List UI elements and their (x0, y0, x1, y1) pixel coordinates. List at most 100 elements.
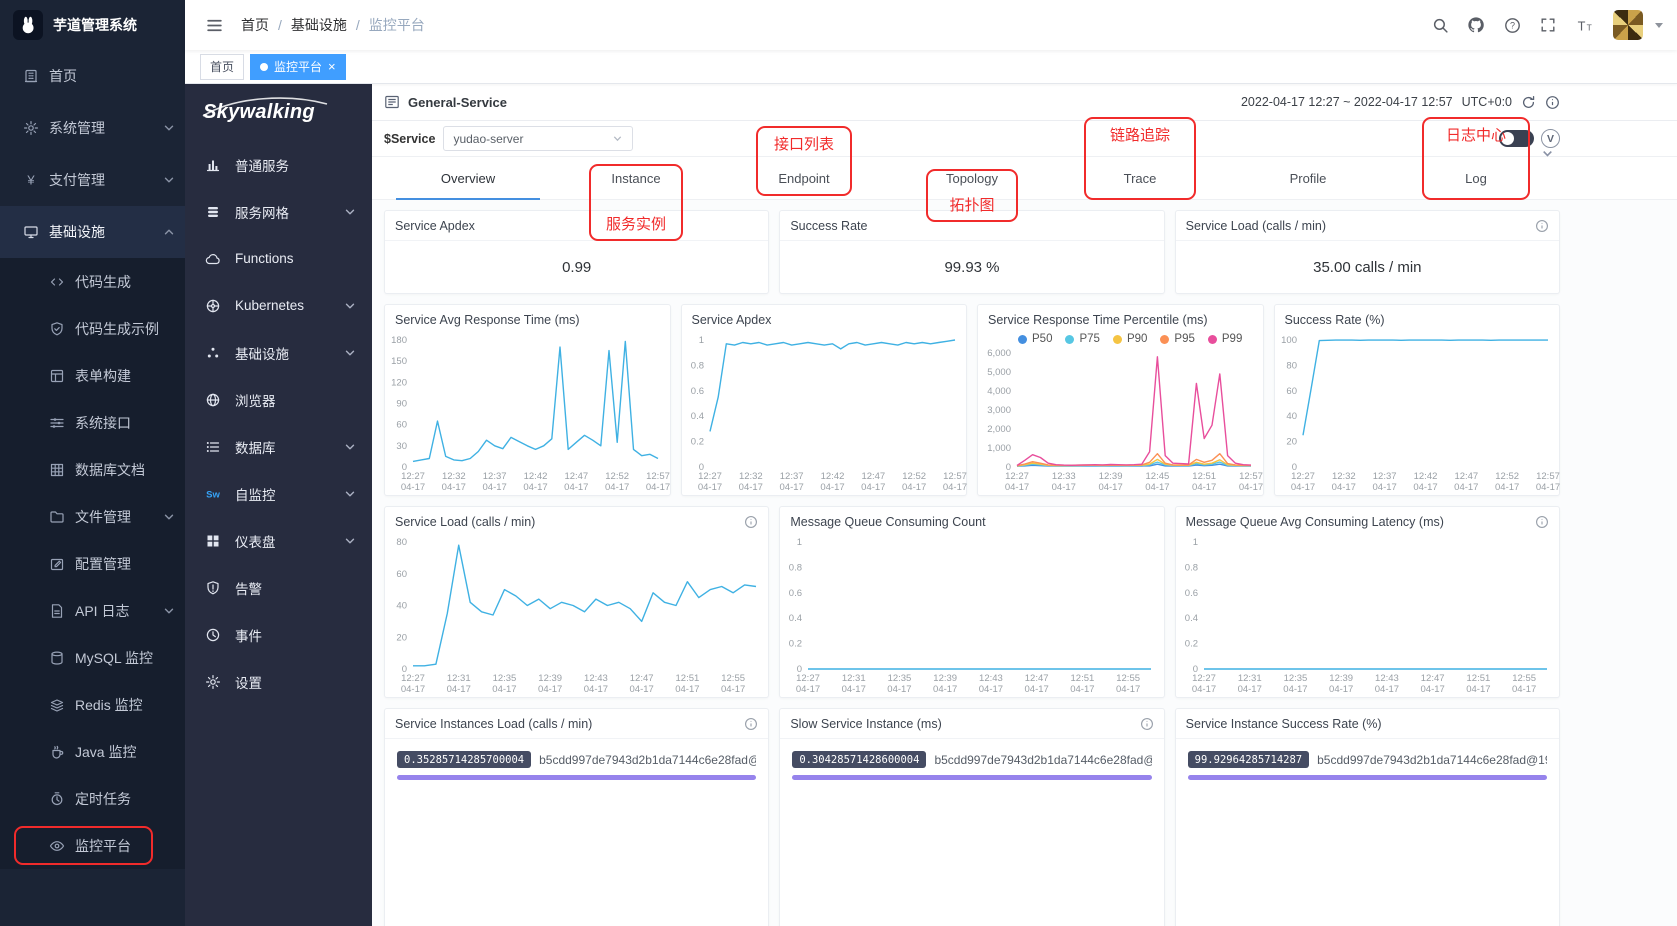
skywalking-menu-item-浏览器[interactable]: 浏览器 (185, 376, 372, 423)
skywalking-menu-item-Kubernetes[interactable]: Kubernetes (185, 282, 372, 329)
legend-item[interactable]: P99 (1207, 333, 1242, 345)
fullscreen-icon[interactable] (1533, 10, 1563, 40)
info-icon[interactable] (744, 515, 758, 529)
avatar[interactable] (1613, 10, 1643, 40)
sidebar-item-首页[interactable]: 首页 (0, 50, 185, 102)
legend-dot-icon (1112, 334, 1122, 344)
info-icon[interactable] (1535, 515, 1549, 529)
svg-text:04-17: 04-17 (1052, 482, 1076, 493)
tag-monitor-platform[interactable]: 监控平台 × (250, 53, 346, 80)
chart-title: Service Avg Response Time (ms) (395, 313, 580, 327)
svg-text:180: 180 (391, 335, 407, 346)
sidebar-item-基础设施[interactable]: 基础设施 (0, 206, 185, 258)
tab-trace[interactable]: Trace 链路追踪 (1056, 117, 1224, 200)
svg-text:¥: ¥ (26, 173, 35, 188)
instance-row[interactable]: 0.30428571428600004 b5cdd997de7943d2b1da7… (780, 739, 1163, 768)
help-icon[interactable]: ? (1497, 10, 1527, 40)
svg-text:04-17: 04-17 (605, 482, 629, 493)
sidebar-item-Java 监控[interactable]: Java 监控 (0, 728, 185, 775)
info-icon[interactable] (1545, 95, 1560, 110)
skywalking-menu-item-设置[interactable]: 设置 (185, 658, 372, 705)
instance-row[interactable]: 0.35285714285700004 b5cdd997de7943d2b1da7… (385, 739, 768, 768)
dropdown-caret-icon[interactable] (1541, 147, 1554, 165)
svg-text:12:39: 12:39 (1099, 471, 1123, 482)
breadcrumb-infra[interactable]: 基础设施 (291, 15, 347, 35)
svg-text:04-17: 04-17 (1372, 482, 1396, 493)
sw-badge-icon: Sw (204, 485, 222, 503)
sidebar-item-支付管理[interactable]: ¥ 支付管理 (0, 154, 185, 206)
time-range: 2022-04-17 12:27 ~ 2022-04-17 12:57 UTC+… (1241, 95, 1560, 110)
sidebar-item-代码生成[interactable]: 代码生成 (0, 258, 185, 305)
menu-item-label: 自监控 (235, 487, 276, 503)
sidebar-item-MySQL 监控[interactable]: MySQL 监控 (0, 634, 185, 681)
chart-title: Success Rate (%) (1284, 313, 1385, 327)
info-icon[interactable] (1535, 219, 1549, 233)
sidebar-item-表单构建[interactable]: 表单构建 (0, 352, 185, 399)
svg-text:4,000: 4,000 (987, 386, 1011, 397)
skywalking-menu-item-事件[interactable]: 事件 (185, 611, 372, 658)
legend-item[interactable]: P50 (1018, 333, 1052, 345)
legend-item[interactable]: P95 (1160, 333, 1195, 345)
github-icon[interactable] (1461, 10, 1491, 40)
settings-icon (204, 673, 222, 691)
info-icon[interactable] (744, 717, 758, 731)
skywalking-logo: Skywalking (185, 84, 372, 141)
sidebar-item-系统管理[interactable]: 系统管理 (0, 102, 185, 154)
svg-text:12:32: 12:32 (738, 471, 762, 482)
svg-text:04-17: 04-17 (820, 482, 844, 493)
chart-title: Service Response Time Percentile (ms) (988, 313, 1208, 327)
tag-home[interactable]: 首页 (200, 53, 245, 80)
tab-topology[interactable]: Topology 拓扑图 (888, 157, 1056, 222)
svg-text:04-17: 04-17 (697, 482, 721, 493)
tab-overview[interactable]: Overview (384, 157, 552, 200)
line-chart: 0 0.2 0.4 0.6 0.8 1 12:27 04-17 12:31 04-17 12:35 0… (780, 534, 1163, 697)
tab-profile[interactable]: Profile (1224, 157, 1392, 199)
sidebar-item-配置管理[interactable]: 配置管理 (0, 540, 185, 587)
svg-text:04-17: 04-17 (1290, 482, 1314, 493)
code-icon (48, 273, 65, 290)
svg-text:1: 1 (1192, 537, 1197, 548)
info-icon[interactable] (1140, 717, 1154, 731)
skywalking-menu-item-仪表盘[interactable]: 仪表盘 (185, 517, 372, 564)
skywalking-menu-item-服务网格[interactable]: 服务网格 (185, 188, 372, 235)
sidebar-item-代码生成示例[interactable]: 代码生成示例 (0, 305, 185, 352)
sidebar-item-数据库文档[interactable]: 数据库文档 (0, 446, 185, 493)
sidebar-item-定时任务[interactable]: 定时任务 (0, 775, 185, 822)
skywalking-menu-item-普通服务[interactable]: 普通服务 (185, 141, 372, 188)
line-chart: 0 20 40 60 80 100 12:27 04-17 12:32 04-17 12:37 04-… (1275, 332, 1560, 495)
skywalking-menu-item-基础设施[interactable]: 基础设施 (185, 329, 372, 376)
breadcrumb-home[interactable]: 首页 (241, 15, 269, 35)
close-icon[interactable]: × (328, 60, 336, 73)
skywalking-menu-item-自监控[interactable]: Sw 自监控 (185, 470, 372, 517)
legend-dot-icon (1207, 334, 1217, 344)
app-logo[interactable]: 芋道管理系统 (0, 0, 185, 50)
refresh-icon[interactable] (1521, 95, 1536, 110)
svg-text:100: 100 (1281, 335, 1297, 346)
tab-endpoint[interactable]: Endpoint 接口列表 (720, 126, 888, 199)
skywalking-menu-item-告警[interactable]: 告警 (185, 564, 372, 611)
toggle-switch[interactable] (1499, 130, 1534, 147)
sidebar-item-API 日志[interactable]: API 日志 (0, 587, 185, 634)
version-badge[interactable]: V (1541, 129, 1560, 148)
instance-row[interactable]: 99.92964285714287 b5cdd997de7943d2b1da714… (1176, 739, 1559, 768)
legend-item[interactable]: P90 (1112, 333, 1147, 345)
svg-text:04-17: 04-17 (933, 684, 957, 695)
skywalking-menu-item-数据库[interactable]: 数据库 (185, 423, 372, 470)
skywalking-menu-item-Functions[interactable]: Functions (185, 235, 372, 282)
legend-item[interactable]: P75 (1065, 333, 1100, 345)
time-range-value[interactable]: 2022-04-17 12:27 ~ 2022-04-17 12:57 (1241, 95, 1453, 109)
search-icon[interactable] (1425, 10, 1455, 40)
font-size-icon[interactable]: TT (1569, 10, 1599, 40)
tab-log[interactable]: Log 日志中心 (1392, 117, 1560, 200)
tab-instance[interactable]: Instance 服务实例 (552, 157, 720, 241)
avatar-caret-icon[interactable] (1655, 22, 1663, 28)
sidebar-item-系统接口[interactable]: 系统接口 (0, 399, 185, 446)
panel-list-icon[interactable] (384, 94, 400, 110)
hamburger-icon[interactable] (199, 10, 229, 40)
sidebar-item-监控平台[interactable]: 监控平台 (0, 822, 185, 869)
sidebar-item-Redis 监控[interactable]: Redis 监控 (0, 681, 185, 728)
svg-text:60: 60 (396, 420, 407, 431)
chart-title: Service Apdex (691, 313, 772, 327)
service-select[interactable]: yudao-server (443, 126, 634, 151)
sidebar-item-文件管理[interactable]: 文件管理 (0, 493, 185, 540)
